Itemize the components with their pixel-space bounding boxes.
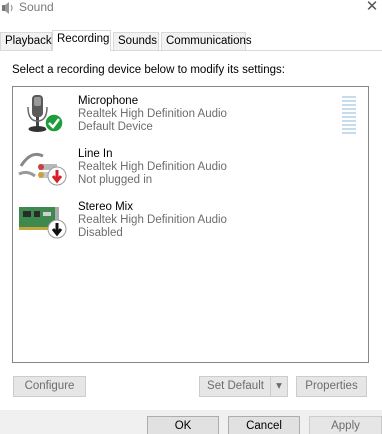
device-status: Not plugged in (78, 174, 153, 186)
set-default-button[interactable]: Set Default (199, 376, 271, 397)
device-name: Line In (78, 148, 113, 160)
recording-panel: Select a recording device below to modif… (0, 50, 382, 410)
device-driver: Realtek High Definition Audio (78, 108, 227, 120)
device-driver: Realtek High Definition Audio (78, 161, 227, 173)
configure-button[interactable]: Configure (13, 376, 86, 397)
line-in-cable-icon (17, 146, 69, 194)
title-bar: Sound ✕ (0, 0, 382, 18)
device-item-line-in[interactable]: Line In Realtek High Definition Audio No… (13, 144, 368, 194)
tab-communications[interactable]: Communications (161, 32, 252, 51)
ok-button[interactable]: OK (147, 416, 219, 434)
device-status: Default Device (78, 121, 153, 133)
tab-sounds[interactable]: Sounds (113, 32, 159, 51)
microphone-icon (17, 93, 69, 141)
close-icon[interactable]: ✕ (364, 0, 380, 15)
level-meter (342, 96, 356, 138)
sound-dialog: Sound ✕ Playback Recording Sounds Commun… (0, 0, 382, 434)
tab-playback[interactable]: Playback (0, 32, 52, 51)
apply-button[interactable]: Apply (309, 416, 382, 434)
instructions-text: Select a recording device below to modif… (12, 64, 285, 76)
device-list[interactable]: Microphone Realtek High Definition Audio… (12, 86, 369, 363)
red-down-arrow-badge (47, 166, 67, 186)
chevron-down-icon: ▾ (276, 380, 282, 392)
window-title: Sound (19, 0, 54, 14)
device-status: Disabled (78, 227, 123, 239)
cancel-button[interactable]: Cancel (228, 416, 300, 434)
black-down-arrow-badge (47, 219, 67, 239)
device-item-microphone[interactable]: Microphone Realtek High Definition Audio… (13, 91, 368, 141)
set-default-dropdown[interactable]: ▾ (270, 376, 288, 397)
tab-recording[interactable]: Recording (52, 30, 111, 51)
device-name: Microphone (78, 95, 139, 107)
sound-card-icon (17, 199, 69, 247)
properties-button[interactable]: Properties (296, 376, 367, 397)
tab-strip: Playback Recording Sounds Communications (0, 30, 382, 51)
device-driver: Realtek High Definition Audio (78, 214, 227, 226)
device-name: Stereo Mix (78, 201, 133, 213)
green-check-badge (44, 113, 64, 133)
speaker-icon (1, 1, 15, 15)
device-item-stereo-mix[interactable]: Stereo Mix Realtek High Definition Audio… (13, 197, 368, 247)
